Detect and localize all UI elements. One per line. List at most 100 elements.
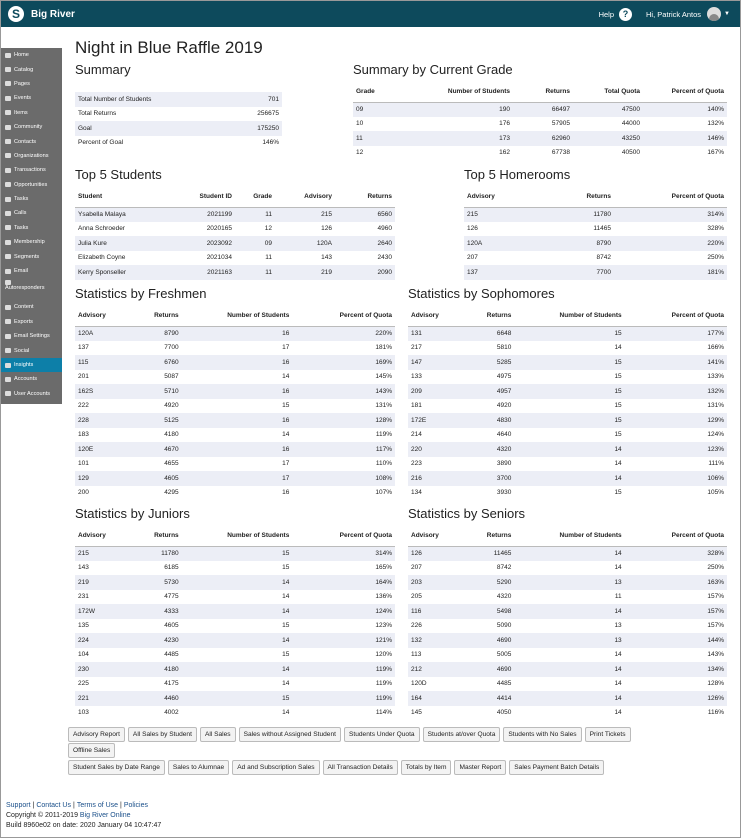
students-under-quota-button[interactable]: Students Under Quota bbox=[343, 727, 420, 742]
sidebar-item-insights[interactable]: Insights bbox=[1, 357, 62, 373]
sidebar-item-autoresponders[interactable]: Autoresponders bbox=[1, 278, 62, 300]
tasks-icon bbox=[5, 225, 11, 231]
table-row: 219 5730 14 164% bbox=[75, 575, 395, 590]
calls-icon bbox=[5, 210, 11, 216]
sidebar-item-email[interactable]: Email bbox=[1, 264, 62, 278]
student-sales-by-date-range-button[interactable]: Student Sales by Date Range bbox=[68, 760, 165, 775]
table-cell: Anna Schroeder bbox=[78, 225, 125, 233]
table-cell: 15 bbox=[514, 355, 625, 370]
sidebar-item-organizations[interactable]: Organizations bbox=[1, 149, 62, 163]
table-cell: 143% bbox=[292, 384, 395, 399]
logo[interactable]: S Big River bbox=[8, 6, 75, 22]
advisory-report-button[interactable]: Advisory Report bbox=[68, 727, 125, 742]
sidebar-item-social[interactable]: Social bbox=[1, 343, 62, 357]
table-cell: 131% bbox=[375, 402, 392, 410]
insights-icon bbox=[5, 362, 11, 368]
table-cell: Goal bbox=[75, 121, 225, 136]
table-row: 120D 4485 14 128% bbox=[408, 677, 727, 692]
footer-link-contact-us[interactable]: Contact Us bbox=[36, 802, 71, 809]
table-row: 104 4485 15 120% bbox=[75, 648, 395, 663]
column-header: Number of Students bbox=[181, 526, 293, 547]
sidebar-item-community[interactable]: Community bbox=[1, 120, 62, 134]
table-row: 221 4460 15 119% bbox=[75, 691, 395, 706]
sidebar-item-email-settings[interactable]: Email Settings bbox=[1, 329, 62, 343]
separator: | bbox=[32, 802, 35, 809]
table-cell: 181% bbox=[614, 265, 727, 280]
offline-sales-button[interactable]: Offline Sales bbox=[68, 743, 116, 758]
table-cell: 124% bbox=[292, 604, 395, 619]
ad-and-subscription-sales-button[interactable]: Ad and Subscription Sales bbox=[232, 760, 320, 775]
sidebar-item-home[interactable]: Home bbox=[1, 48, 62, 62]
students-with-no-sales-button[interactable]: Students with No Sales bbox=[503, 727, 582, 742]
table-cell: 140% bbox=[643, 102, 727, 117]
help-icon[interactable]: ? bbox=[619, 7, 633, 21]
sidebar-item-calls[interactable]: Calls bbox=[1, 206, 62, 220]
sidebar-item-user-accounts[interactable]: User Accounts bbox=[1, 387, 62, 401]
sidebar-item-label: User Accounts bbox=[14, 390, 51, 397]
all-transaction-details-button[interactable]: All Transaction Details bbox=[322, 760, 398, 775]
table-cell: 137 bbox=[464, 265, 544, 280]
sidebar-item-membership[interactable]: Membership bbox=[1, 235, 62, 249]
table-row: 181 4920 15 131% bbox=[408, 399, 727, 414]
table-cell: 5005 bbox=[496, 651, 512, 659]
table-cell: 116% bbox=[707, 709, 724, 717]
footer-link-terms-of-use[interactable]: Terms of Use bbox=[77, 802, 118, 809]
table-cell: 15 bbox=[181, 691, 293, 706]
table-cell: 2640 bbox=[335, 236, 395, 251]
column-header: Student ID bbox=[175, 187, 235, 208]
help-link[interactable]: Help bbox=[599, 10, 614, 19]
sidebar-item-contacts[interactable]: Contacts bbox=[1, 134, 62, 148]
footer-brand-link[interactable]: Big River Online bbox=[80, 812, 131, 819]
table-cell: 141% bbox=[624, 355, 727, 370]
sidebar-item-tasks[interactable]: Tasks bbox=[1, 221, 62, 235]
sales-to-alumnae-button[interactable]: Sales to Alumnae bbox=[167, 760, 230, 775]
footer-link-support[interactable]: Support bbox=[6, 802, 31, 809]
all-sales-by-student-button[interactable]: All Sales by Student bbox=[127, 727, 197, 742]
sales-without-assigned-student-button[interactable]: Sales without Assigned Student bbox=[238, 727, 341, 742]
sidebar-item-accounts[interactable]: Accounts bbox=[1, 372, 62, 386]
all-sales-button[interactable]: All Sales bbox=[199, 727, 236, 742]
exports-icon bbox=[5, 319, 11, 325]
tasks-icon bbox=[5, 196, 11, 202]
sidebar-item-catalog[interactable]: Catalog bbox=[1, 62, 62, 76]
table-cell: 126 bbox=[408, 546, 469, 561]
table-row: 131 6648 15 177% bbox=[408, 326, 727, 341]
freshmen-heading: Statistics by Freshmen bbox=[75, 286, 207, 301]
table-cell: 14 bbox=[514, 546, 625, 561]
table-row: 137 7700 181% bbox=[464, 265, 727, 280]
sidebar-item-content[interactable]: Content bbox=[1, 300, 62, 314]
sidebar-item-tasks[interactable]: Tasks bbox=[1, 192, 62, 206]
column-header: Returns bbox=[135, 306, 182, 327]
sidebar-item-label: Events bbox=[14, 95, 32, 102]
totals-by-item-button[interactable]: Totals by Item bbox=[400, 760, 452, 775]
sidebar-item-exports[interactable]: Exports bbox=[1, 315, 62, 329]
table-cell: 219 bbox=[75, 575, 136, 590]
sidebar-item-transactions[interactable]: Transactions bbox=[1, 163, 62, 177]
table-cell: 314% bbox=[614, 207, 727, 222]
table-cell: 2020165 bbox=[206, 225, 232, 233]
avatar[interactable] bbox=[707, 7, 722, 21]
sales-payment-batch-details-button[interactable]: Sales Payment Batch Details bbox=[509, 760, 605, 775]
sidebar-item-events[interactable]: Events bbox=[1, 91, 62, 105]
print-tickets-button[interactable]: Print Tickets bbox=[584, 727, 631, 742]
sidebar-item-segments[interactable]: Segments bbox=[1, 249, 62, 263]
sidebar-item-opportunities[interactable]: Opportunities bbox=[1, 178, 62, 192]
column-header: Percent of Quota bbox=[614, 187, 727, 208]
table-cell: 132 bbox=[408, 633, 469, 648]
master-report-button[interactable]: Master Report bbox=[454, 760, 507, 775]
table-cell: 123% bbox=[375, 622, 392, 630]
table-row: 145 4050 14 116% bbox=[408, 706, 727, 721]
sidebar-item-label: Membership bbox=[14, 239, 45, 246]
chevron-down-icon[interactable]: ▼ bbox=[724, 11, 730, 17]
user-greeting[interactable]: Hi, Patrick Antos bbox=[646, 10, 701, 19]
sidebar-item-pages[interactable]: Pages bbox=[1, 77, 62, 91]
table-cell: 5710 bbox=[135, 384, 182, 399]
table-cell: 214 bbox=[411, 431, 422, 439]
table-row: 207 8742 250% bbox=[464, 251, 727, 266]
footer-link-policies[interactable]: Policies bbox=[124, 802, 148, 809]
column-header: Advisory bbox=[408, 526, 469, 547]
sidebar-item-items[interactable]: Items bbox=[1, 106, 62, 120]
students-at-over-quota-button[interactable]: Students at/over Quota bbox=[422, 727, 501, 742]
table-cell: 44000 bbox=[621, 120, 640, 128]
table-cell: 207 bbox=[411, 564, 422, 572]
